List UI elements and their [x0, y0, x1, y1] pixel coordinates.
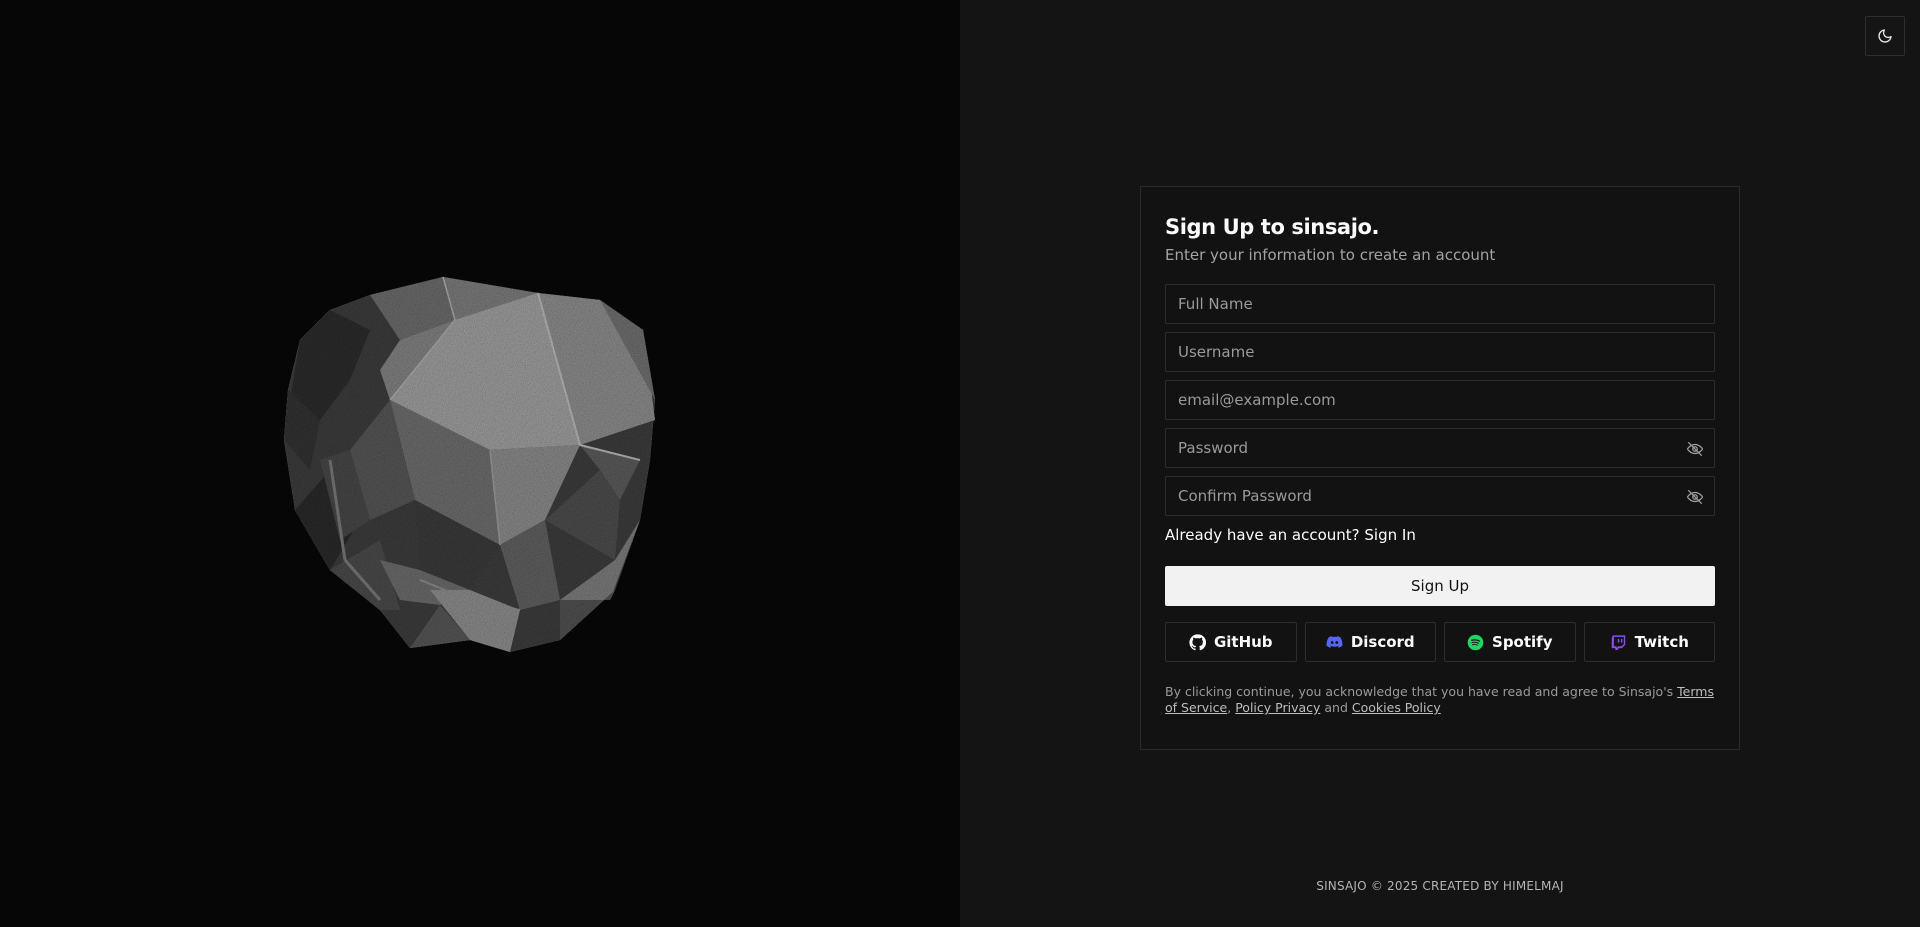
twitch-label: Twitch [1634, 633, 1689, 651]
card-title: Sign Up to sinsajo. [1165, 215, 1380, 239]
spotify-icon [1467, 634, 1484, 650]
signin-link[interactable]: Sign In [1364, 526, 1415, 544]
github-login-button[interactable]: GitHub [1165, 622, 1297, 662]
signup-button[interactable]: Sign Up [1165, 566, 1715, 606]
full-name-field [1165, 284, 1715, 324]
confirm-password-input[interactable] [1166, 477, 1714, 515]
github-label: GitHub [1213, 633, 1273, 651]
eye-off-icon[interactable] [1686, 488, 1704, 506]
github-icon [1189, 633, 1206, 650]
eye-off-icon[interactable] [1686, 440, 1704, 458]
footer-copyright: SINSAJO © 2025 CREATED BY HIMELMAJ [1316, 879, 1564, 893]
signin-prompt-text: Already have an account? [1165, 526, 1360, 544]
social-login-row: GitHub Discord Spotify Twitch [1165, 622, 1715, 662]
full-name-input[interactable] [1166, 285, 1714, 323]
privacy-policy-link[interactable]: Policy Privacy [1235, 700, 1320, 715]
email-field [1165, 380, 1715, 420]
legal-prefix: By clicking continue, you acknowledge th… [1165, 684, 1674, 699]
polyhedron-sphere-illustration [284, 276, 655, 652]
discord-icon [1326, 635, 1343, 648]
twitch-login-button[interactable]: Twitch [1583, 622, 1715, 662]
username-field [1165, 332, 1715, 372]
card-subtitle: Enter your information to create an acco… [1165, 246, 1496, 264]
theme-toggle-button[interactable] [1865, 16, 1905, 56]
legal-and: and [1324, 700, 1348, 715]
moon-icon [1878, 29, 1892, 43]
password-input[interactable] [1166, 429, 1714, 467]
legal-separator: , [1227, 700, 1232, 715]
spotify-login-button[interactable]: Spotify [1444, 622, 1576, 662]
legal-notice: By clicking continue, you acknowledge th… [1165, 684, 1715, 716]
discord-login-button[interactable]: Discord [1304, 622, 1436, 662]
twitch-icon [1611, 634, 1625, 650]
email-input[interactable] [1166, 381, 1714, 419]
password-field [1165, 428, 1715, 468]
spotify-label: Spotify [1492, 633, 1553, 651]
signup-form-fields [1165, 284, 1715, 516]
cookies-policy-link[interactable]: Cookies Policy [1352, 700, 1441, 715]
artwork-panel [0, 0, 960, 927]
username-input[interactable] [1166, 333, 1714, 371]
signin-prompt: Already have an account? Sign In [1165, 524, 1715, 546]
signup-card: Sign Up to sinsajo. Enter your informati… [1140, 186, 1740, 750]
confirm-password-field [1165, 476, 1715, 516]
discord-label: Discord [1350, 633, 1415, 651]
